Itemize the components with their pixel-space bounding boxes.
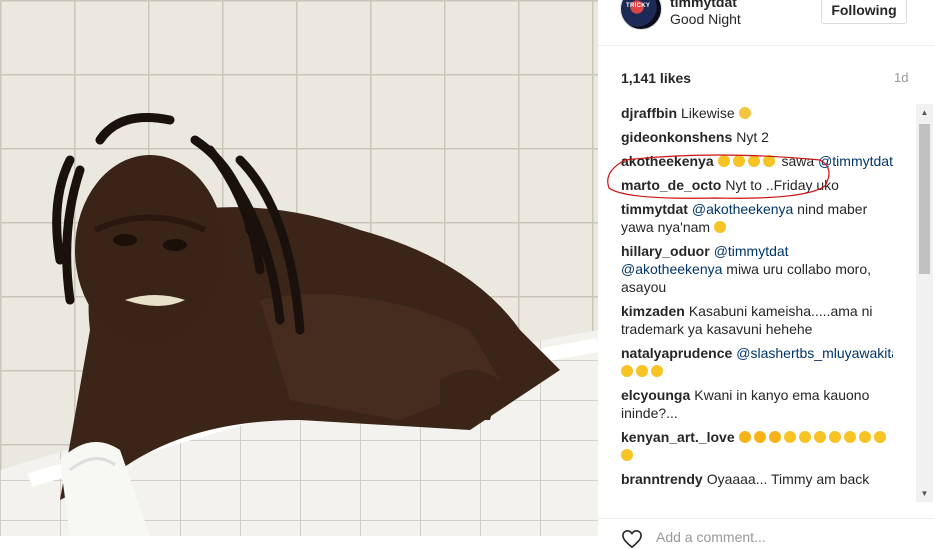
comment-item: djraffbin Likewise — [621, 104, 893, 122]
wow-emoji-icon — [753, 431, 766, 443]
post-header: TRICKY timmytdat Good Night Following — [598, 0, 935, 46]
comment-username[interactable]: branntrendy — [621, 471, 703, 487]
comments-scrollbar[interactable]: ▲ ▼ — [916, 104, 933, 502]
mention-link[interactable]: @akotheekenya — [692, 201, 793, 217]
highlight-ellipse — [607, 154, 830, 199]
laugh-emoji-icon — [798, 431, 811, 443]
laugh-emoji-icon — [873, 431, 886, 443]
comment-username[interactable]: natalyaprudence — [621, 345, 732, 361]
comment-item: gideonkonshens Nyt 2 — [621, 128, 893, 146]
comment-text: Oyaaaa... Timmy am back — [706, 471, 870, 487]
add-comment-input[interactable]: Add a comment... — [656, 529, 766, 545]
comment-username[interactable]: djraffbin — [621, 105, 677, 121]
laugh-emoji-icon — [843, 431, 856, 443]
wow-emoji-icon — [768, 431, 781, 443]
post-location[interactable]: Good Night — [670, 11, 741, 27]
heart-icon[interactable] — [621, 529, 643, 549]
sad-emoji-icon — [738, 107, 751, 119]
wow-emoji-icon — [738, 431, 751, 443]
comment-text: Likewise — [681, 105, 739, 121]
post-panel: TRICKY timmytdat Good Night Following 1,… — [598, 0, 935, 549]
laugh-emoji-icon — [636, 365, 648, 377]
scroll-down-icon[interactable]: ▼ — [916, 485, 933, 502]
post-time[interactable]: 1d — [894, 70, 908, 85]
laugh-emoji-icon — [783, 431, 796, 443]
avatar-text: TRICKY — [626, 3, 651, 9]
avatar[interactable]: TRICKY — [620, 0, 662, 30]
comment-username[interactable]: elcyounga — [621, 387, 690, 403]
scroll-up-icon[interactable]: ▲ — [916, 104, 933, 121]
mention-link[interactable]: @timmytdat — [714, 243, 789, 259]
laugh-emoji-icon — [621, 365, 633, 377]
comment-item: kimzaden Kasabuni kameisha.....ama ni tra… — [621, 302, 893, 338]
comment-username[interactable]: timmytdat — [621, 201, 688, 217]
scrollbar-thumb[interactable] — [919, 124, 930, 274]
mention-link[interactable]: @slashertbs_mluyawakitale — [736, 345, 893, 361]
following-button[interactable]: Following — [821, 0, 907, 24]
comment-item: natalyaprudence @slashertbs_mluyawakitale — [621, 344, 893, 380]
laugh-emoji-icon — [813, 431, 826, 443]
comment-item: kenyan_art._love — [621, 428, 893, 464]
comment-item: branntrendy Oyaaaa... Timmy am back — [621, 470, 893, 488]
comment-item: hillary_oduor @timmytdat @akotheekenya mi… — [621, 242, 893, 296]
comment-username[interactable]: kimzaden — [621, 303, 685, 319]
comment-item: elcyounga Kwani in kanyo ema kauono inind… — [621, 386, 893, 422]
comment-username[interactable]: gideonkonshens — [621, 129, 732, 145]
laugh-emoji-icon — [858, 431, 871, 443]
laugh-emoji-icon — [621, 449, 633, 461]
comment-username[interactable]: hillary_oduor — [621, 243, 710, 259]
laugh-emoji-icon — [828, 431, 841, 443]
comment-text: Nyt 2 — [736, 129, 769, 145]
comment-footer: Add a comment... — [598, 518, 935, 549]
comment-username[interactable]: kenyan_art._love — [621, 429, 735, 445]
mention-link[interactable]: @akotheekenya — [621, 261, 722, 277]
post-photo[interactable] — [0, 0, 598, 536]
laugh-emoji-icon — [713, 221, 726, 233]
post-username[interactable]: timmytdat — [670, 0, 737, 10]
laugh-emoji-icon — [651, 365, 663, 377]
likes-count[interactable]: 1,141 likes — [621, 70, 691, 86]
comment-item: timmytdat @akotheekenya nind maber yawa n… — [621, 200, 893, 236]
